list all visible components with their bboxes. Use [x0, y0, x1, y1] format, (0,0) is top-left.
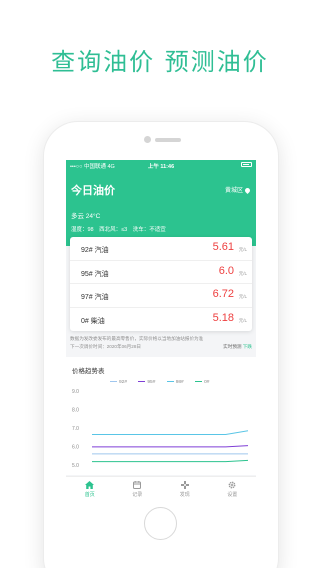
price-note: 数据为发改委发布的最高零售价，实际价格以当地加油站报价为准 下一次调价时间：20…: [70, 335, 254, 351]
fuel-name: 92# 汽油: [81, 247, 109, 254]
forecast-trend: 下跌: [242, 344, 252, 349]
price-row[interactable]: 97# 汽油 6.72 元/L: [70, 284, 252, 308]
weather-summary: 多云 24°C: [71, 213, 101, 220]
location-pin-icon: [243, 186, 252, 194]
fuel-name: 97# 汽油: [81, 294, 109, 301]
gamepad-icon: [180, 481, 189, 489]
calendar-icon: [133, 481, 142, 489]
next-adjust-date: 下一次调价时间：2020年06月28日: [70, 344, 141, 349]
price-card: 92# 汽油 5.61 元/L 95# 汽油 6.0 元/L 97# 汽油 6.…: [70, 237, 252, 331]
weather-details: 湿度：98 西北风：≤3 洗车：不适宜: [71, 225, 170, 233]
fuel-name: 0# 柴油: [81, 317, 105, 325]
y-tick-label: 6.0: [72, 445, 79, 451]
trend-chart: 9.0 8.0 7.0 6.0 5.0: [72, 389, 249, 469]
y-tick-label: 7.0: [72, 426, 79, 432]
camera-dot: [144, 136, 151, 143]
price-row[interactable]: 92# 汽油 5.61 元/L: [70, 237, 252, 261]
app-screen: •••○○ 中国联通 4G 上午 11:46 今日油价 黄城区 多云 24°C …: [66, 160, 256, 506]
y-tick-label: 5.0: [72, 463, 79, 469]
status-time: 上午 11:46: [147, 164, 175, 170]
trend-chart-panel: 价格趋势表 92# 95# 98# 0# 9.0 8.0 7.0 6.0 5.0: [66, 357, 256, 475]
price-unit: 元/L: [238, 270, 247, 276]
tab-records[interactable]: 记录: [114, 477, 162, 506]
tab-label: 记录: [132, 492, 143, 498]
speaker-slot: [155, 138, 181, 142]
series-line-0: [92, 459, 249, 463]
phone-frame: •••○○ 中国联通 4G 上午 11:46 今日油价 黄城区 多云 24°C …: [44, 122, 278, 568]
tab-label: 首页: [84, 492, 95, 498]
series-line-98: [92, 430, 249, 435]
fuel-name: 95# 汽油: [81, 270, 109, 278]
fuel-price: 6.72: [212, 288, 234, 300]
battery-icon: [241, 161, 252, 167]
location-label: 黄城区: [224, 188, 243, 194]
price-unit: 元/L: [238, 317, 247, 323]
tab-discover[interactable]: 发现: [161, 477, 209, 506]
price-row[interactable]: 0# 柴油 5.18 元/L: [70, 308, 252, 332]
wind-label: 西北风：≤3: [99, 227, 128, 233]
page-title: 今日油价: [71, 185, 115, 197]
realtime-forecast-link[interactable]: 实时预测 下跌: [223, 343, 252, 351]
y-tick-label: 8.0: [72, 408, 79, 414]
note-disclaimer: 数据为发改委发布的最高零售价，实际价格以当地加油站报价为准: [70, 336, 204, 341]
fuel-price: 5.61: [212, 241, 234, 253]
tab-settings[interactable]: 设置: [209, 477, 257, 506]
tab-bar: 首页 记录 发现 设置: [66, 476, 256, 506]
price-unit: 元/L: [238, 294, 247, 299]
series-line-95: [92, 445, 249, 448]
home-button[interactable]: [144, 507, 177, 540]
banner-title: 查询油价 预测油价: [51, 48, 269, 76]
home-icon: [85, 481, 95, 489]
status-bar: •••○○ 中国联通 4G 上午 11:46: [66, 160, 256, 170]
tab-home[interactable]: 首页: [66, 477, 114, 506]
weather-header: 今日油价 黄城区 多云 24°C 湿度：98 西北风：≤3 洗车：不适宜: [66, 170, 256, 246]
location-selector[interactable]: 黄城区: [224, 185, 252, 194]
gear-icon: [228, 481, 236, 489]
price-row[interactable]: 95# 汽油 6.0 元/L: [70, 261, 252, 284]
forecast-prefix: 实时预测: [223, 344, 242, 349]
humidity-label: 湿度：98: [71, 227, 94, 233]
tab-label: 发现: [179, 492, 190, 498]
fuel-price: 6.0: [218, 264, 234, 277]
fuel-price: 5.18: [212, 311, 234, 324]
tab-label: 设置: [227, 492, 238, 498]
car-wash-label: 洗车：不适宜: [132, 227, 166, 233]
y-tick-label: 9.0: [72, 389, 79, 395]
price-unit: 元/L: [238, 247, 247, 252]
